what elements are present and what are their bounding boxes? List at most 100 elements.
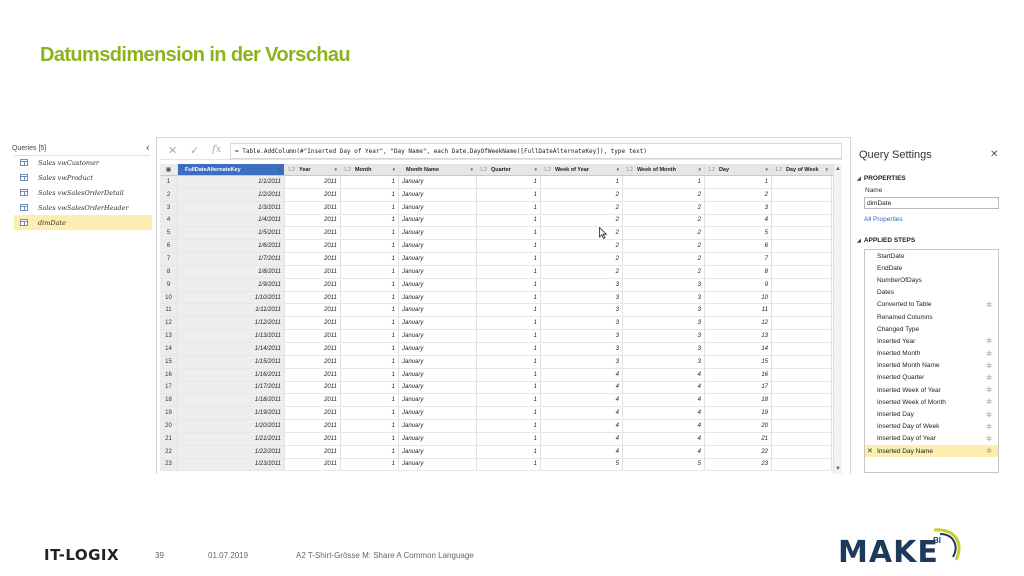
table-cell[interactable]: 2011 — [285, 265, 341, 278]
table-cell[interactable]: 2011 — [285, 330, 341, 342]
gear-icon[interactable]: ✲ — [986, 301, 992, 309]
table-cell[interactable]: 4 — [541, 445, 623, 458]
table-cell[interactable]: 2 — [541, 214, 623, 227]
table-cell[interactable]: 1/22/2011 — [178, 445, 285, 458]
applied-step[interactable]: Inserted Month Name ✲ — [865, 360, 998, 372]
table-cell[interactable]: 1/15/2011 — [178, 355, 285, 368]
table-cell[interactable]: 1/9/2011 — [178, 278, 285, 291]
applied-step[interactable]: Inserted Week of Month ✲ — [865, 396, 998, 408]
table-cell[interactable]: 7 — [705, 253, 772, 265]
table-cell[interactable]: January — [399, 176, 477, 188]
table-cell[interactable]: January — [399, 201, 477, 214]
table-cell[interactable]: 20 — [705, 420, 772, 432]
table-cell[interactable]: 1 — [477, 394, 541, 407]
table-cell[interactable]: January — [399, 407, 477, 420]
table-cell[interactable]: 3 — [705, 201, 772, 214]
gear-icon[interactable]: ✲ — [986, 337, 992, 345]
table-cell[interactable]: January — [399, 368, 477, 381]
table-cell[interactable]: 1 — [341, 291, 399, 304]
table-cell[interactable]: 1 — [623, 176, 705, 188]
table-cell[interactable]: 4 — [705, 214, 772, 227]
applied-step[interactable]: Inserted Day of Week ✲ — [865, 421, 998, 433]
table-cell[interactable]: 1 — [341, 342, 399, 355]
table-cell[interactable]: 2011 — [285, 355, 341, 368]
table-cell[interactable]: 4 — [541, 381, 623, 394]
applied-step[interactable]: Inserted Month ✲ — [865, 348, 998, 360]
table-cell[interactable]: 2011 — [285, 432, 341, 445]
filter-dropdown-icon[interactable]: ▾ — [332, 167, 337, 173]
column-header[interactable]: 1.2 Month ▾ — [341, 164, 399, 175]
filter-dropdown-icon[interactable]: ▾ — [823, 167, 828, 173]
table-cell[interactable] — [772, 227, 832, 240]
table-cell[interactable]: 2011 — [285, 227, 341, 240]
table-cell[interactable]: 1/11/2011 — [178, 304, 285, 317]
table-cell[interactable]: 2011 — [285, 176, 341, 188]
applied-steps-heading[interactable]: ◢ APPLIED STEPS — [857, 237, 915, 244]
commit-formula-icon[interactable]: ✓ — [190, 144, 199, 157]
filter-dropdown-icon[interactable]: ▾ — [276, 167, 281, 173]
gear-icon[interactable]: ✲ — [986, 423, 992, 431]
table-cell[interactable]: January — [399, 420, 477, 432]
table-cell[interactable]: 1 — [341, 253, 399, 265]
table-cell[interactable]: 1 — [341, 240, 399, 253]
gear-icon[interactable]: ✲ — [986, 447, 992, 455]
applied-step[interactable]: Inserted Day ✲ — [865, 408, 998, 420]
table-cell[interactable]: 1 — [477, 227, 541, 240]
table-cell[interactable]: 4 — [623, 445, 705, 458]
cancel-formula-icon[interactable]: ✕ — [168, 144, 177, 157]
table-cell[interactable]: 3 — [541, 355, 623, 368]
table-cell[interactable]: 1 — [477, 381, 541, 394]
table-cell[interactable]: 4 — [541, 368, 623, 381]
table-cell[interactable]: 14 — [705, 342, 772, 355]
table-cell[interactable]: 2011 — [285, 394, 341, 407]
table-cell[interactable]: January — [399, 355, 477, 368]
column-header[interactable]: FullDateAlternateKey ▾ — [178, 164, 285, 175]
scroll-down-icon[interactable]: ▼ — [835, 466, 841, 472]
table-cell[interactable]: 5 — [705, 227, 772, 240]
table-cell[interactable]: 1 — [477, 317, 541, 330]
table-cell[interactable]: January — [399, 432, 477, 445]
table-cell[interactable] — [772, 240, 832, 253]
query-item[interactable]: Sales vwSalesOrderHeader — [14, 200, 152, 215]
applied-step[interactable]: Changed Type — [865, 323, 998, 335]
table-cell[interactable]: 2 — [623, 240, 705, 253]
table-cell[interactable]: 1 — [477, 240, 541, 253]
table-cell[interactable]: 2011 — [285, 240, 341, 253]
table-cell[interactable]: 1 — [341, 394, 399, 407]
table-cell[interactable]: 1 — [341, 330, 399, 342]
column-type-icon[interactable]: 1.2 — [344, 167, 351, 173]
applied-step[interactable]: Inserted Day of Year ✲ — [865, 433, 998, 445]
column-header[interactable]: Month Name ▾ — [399, 164, 477, 175]
query-item[interactable]: Sales vwProduct — [14, 170, 152, 185]
table-cell[interactable]: 3 — [623, 330, 705, 342]
table-cell[interactable]: January — [399, 445, 477, 458]
table-cell[interactable]: 1 — [341, 214, 399, 227]
table-cell[interactable]: 2011 — [285, 201, 341, 214]
table-cell[interactable]: 5 — [623, 458, 705, 471]
table-cell[interactable]: 3 — [541, 304, 623, 317]
gear-icon[interactable]: ✲ — [986, 362, 992, 370]
table-cell[interactable]: 1 — [341, 265, 399, 278]
table-cell[interactable]: 2 — [541, 188, 623, 201]
table-cell[interactable]: 1 — [477, 432, 541, 445]
table-cell[interactable]: 1 — [341, 304, 399, 317]
table-cell[interactable]: 3 — [541, 317, 623, 330]
table-cell[interactable] — [772, 201, 832, 214]
table-cell[interactable]: 1/5/2011 — [178, 227, 285, 240]
table-cell[interactable]: January — [399, 291, 477, 304]
table-cell[interactable] — [772, 291, 832, 304]
table-cell[interactable]: 1 — [341, 278, 399, 291]
column-header[interactable]: 1.2 Year ▾ — [285, 164, 341, 175]
table-cell[interactable]: 1 — [341, 445, 399, 458]
table-cell[interactable]: 1 — [341, 368, 399, 381]
table-cell[interactable] — [772, 458, 832, 471]
table-cell[interactable]: 2 — [623, 188, 705, 201]
table-cell[interactable]: 3 — [541, 342, 623, 355]
table-cell[interactable]: 2 — [541, 201, 623, 214]
table-cell[interactable]: 15 — [705, 355, 772, 368]
filter-dropdown-icon[interactable]: ▾ — [696, 167, 701, 173]
table-cell[interactable]: 2 — [623, 265, 705, 278]
table-cell[interactable]: 1/14/2011 — [178, 342, 285, 355]
table-cell[interactable]: 3 — [541, 278, 623, 291]
table-cell[interactable]: 17 — [705, 381, 772, 394]
